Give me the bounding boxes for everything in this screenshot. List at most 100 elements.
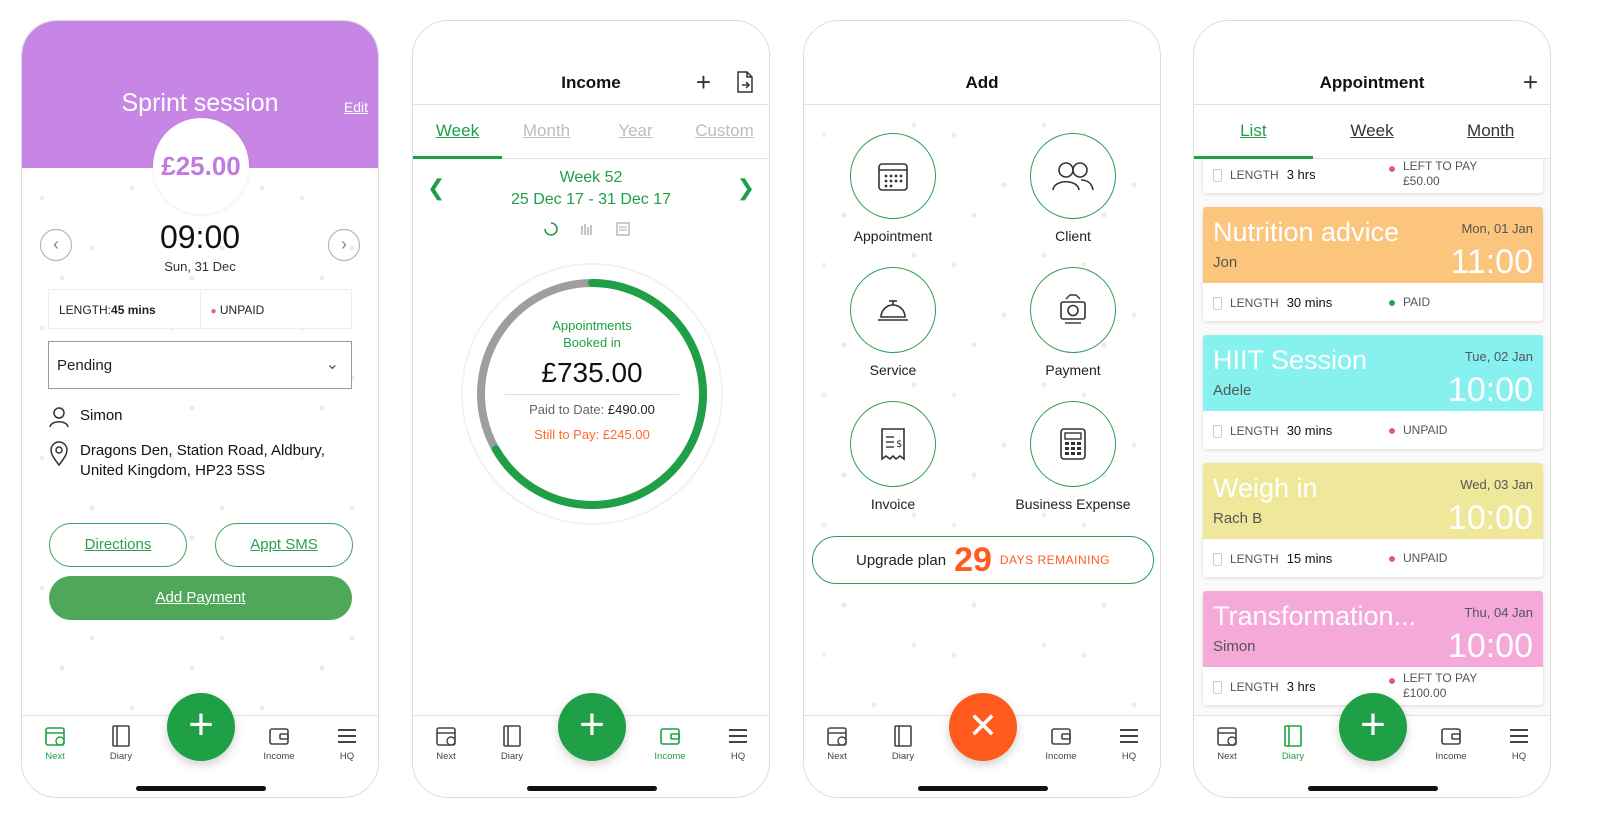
directions-button[interactable]: Directions	[49, 523, 187, 567]
length-value: 45 mins	[111, 303, 156, 317]
phone-appointment-detail: Sprint session Edit £25.00 ‹ › 09:00 Sun…	[21, 20, 379, 798]
nav-income[interactable]: Income	[1426, 724, 1476, 762]
add-client-circle	[1030, 133, 1116, 219]
close-fab-button[interactable]: ✕	[949, 693, 1017, 761]
appointment-card[interactable]: Nutrition advice Jon Mon, 01 Jan 11:00 L…	[1203, 207, 1543, 321]
status-amount: £50.00	[1403, 174, 1440, 188]
nav-diary[interactable]: Diary	[878, 724, 928, 762]
add-appointment[interactable]: Appointment	[813, 133, 973, 244]
nav-income[interactable]: Income	[254, 724, 304, 762]
home-indicator	[527, 786, 657, 791]
add-fab-button[interactable]: +	[558, 693, 626, 761]
bar-view-icon[interactable]	[579, 221, 595, 237]
card-status: LEFT TO PAY £50.00	[1389, 159, 1477, 189]
days-remaining-number: 29	[954, 540, 992, 579]
length-value: 3 hrs	[1286, 679, 1316, 694]
plus-icon[interactable]: +	[1523, 69, 1538, 95]
wallet-icon	[269, 728, 289, 745]
appointment-card-partial[interactable]: LENGTH 3 hrs LEFT TO PAY £50.00	[1203, 159, 1543, 193]
nav-next-label: Next	[45, 751, 65, 762]
watch-icon	[1213, 553, 1222, 567]
upgrade-plan-button[interactable]: Upgrade plan 29 DAYS REMAINING	[812, 536, 1154, 584]
export-document-icon[interactable]	[735, 71, 755, 93]
appointment-tabs: List Week Month	[1194, 105, 1550, 159]
nav-next[interactable]: Next	[812, 724, 862, 762]
diary-icon	[1284, 725, 1302, 747]
diary-icon	[503, 725, 521, 747]
phone-income: Income + Week Month Year Custom ❮ ❯ Week…	[412, 20, 770, 798]
status-text: LEFT TO PAY	[1403, 671, 1478, 685]
page-title: Add	[965, 73, 999, 92]
add-payment[interactable]: Payment	[993, 267, 1153, 378]
appointment-card[interactable]: Transformation... Simon Thu, 04 Jan 10:0…	[1203, 591, 1543, 705]
calculator-icon	[1060, 428, 1086, 460]
add-payment-button[interactable]: Add Payment	[49, 576, 352, 620]
nav-next[interactable]: Next	[1202, 724, 1252, 762]
card-time: 10:00	[1447, 499, 1533, 537]
card-header: HIIT Session Adele Tue, 02 Jan 10:00	[1203, 335, 1543, 411]
nav-income-label: Income	[1435, 751, 1467, 762]
card-status: PAID	[1389, 295, 1430, 309]
booked-amount: £735.00	[541, 357, 643, 388]
status-select[interactable]: Pending ⌄	[48, 341, 352, 389]
add-client[interactable]: Client	[993, 133, 1153, 244]
menu-icon	[1510, 729, 1528, 743]
nav-hq[interactable]: HQ	[322, 724, 372, 762]
card-footer: LENGTH 30 mins PAID	[1203, 283, 1543, 321]
nav-next[interactable]: Next	[30, 724, 80, 762]
length-value: 30 mins	[1286, 423, 1333, 438]
tab-month[interactable]: Month	[502, 105, 591, 158]
tab-custom[interactable]: Custom	[680, 105, 769, 158]
tab-month[interactable]: Month	[1431, 105, 1550, 158]
tab-list[interactable]: List	[1194, 105, 1313, 159]
paid-value: £490.00	[607, 402, 655, 417]
payment-status: ● UNPAID	[199, 290, 352, 328]
donut-view-icon[interactable]	[543, 221, 559, 237]
status-text: PAID	[1403, 295, 1431, 309]
tab-year[interactable]: Year	[591, 105, 680, 158]
nav-income[interactable]: Income	[645, 724, 695, 762]
tab-week[interactable]: Week	[1313, 105, 1432, 158]
menu-icon	[338, 729, 356, 743]
calendar-next-icon	[45, 727, 65, 746]
nav-diary[interactable]: Diary	[1268, 724, 1318, 762]
appointment-info-bar: LENGTH:45 mins ● UNPAID	[48, 289, 352, 329]
nav-hq[interactable]: HQ	[1494, 724, 1544, 762]
tab-week[interactable]: Week	[413, 105, 502, 159]
edit-link[interactable]: Edit	[344, 99, 368, 115]
nav-hq[interactable]: HQ	[1104, 724, 1154, 762]
appt-sms-button[interactable]: Appt SMS	[215, 523, 353, 567]
chevron-down-icon: ⌄	[325, 356, 339, 373]
status-dot-icon: ●	[210, 306, 217, 317]
nav-diary[interactable]: Diary	[487, 724, 537, 762]
plus-icon[interactable]: +	[696, 69, 711, 95]
add-service[interactable]: Service	[813, 267, 973, 378]
paid-label: Paid to Date:	[529, 402, 608, 417]
add-invoice[interactable]: $ Invoice	[813, 401, 973, 512]
list-view-icon[interactable]	[615, 221, 631, 237]
add-fab-button[interactable]: +	[1339, 693, 1407, 761]
add-fab-button[interactable]: +	[167, 693, 235, 761]
payment-icon	[1060, 294, 1086, 324]
add-business-expense-circle	[1030, 401, 1116, 487]
appointment-card[interactable]: HIIT Session Adele Tue, 02 Jan 10:00 LEN…	[1203, 335, 1543, 449]
income-navbar: Income +	[413, 21, 769, 105]
watch-icon	[1213, 681, 1222, 695]
nav-income[interactable]: Income	[1036, 724, 1086, 762]
days-remaining-text: DAYS REMAINING	[999, 553, 1111, 567]
add-business-expense[interactable]: Business Expense	[993, 401, 1153, 512]
price-badge: £25.00	[153, 118, 249, 214]
appointment-list: LENGTH 3 hrs LEFT TO PAY £50.00 Nutrition …	[1194, 159, 1550, 715]
status-amount: £100.00	[1403, 686, 1447, 700]
home-indicator	[1308, 786, 1438, 791]
nav-diary[interactable]: Diary	[96, 724, 146, 762]
nav-hq[interactable]: HQ	[713, 724, 763, 762]
nav-next[interactable]: Next	[421, 724, 471, 762]
card-header: Transformation... Simon Thu, 04 Jan 10:0…	[1203, 591, 1543, 667]
appointment-card[interactable]: Weigh in Rach B Wed, 03 Jan 10:00 LENGTH…	[1203, 463, 1543, 577]
watch-icon	[1213, 169, 1222, 183]
card-service-name: Weigh in	[1213, 473, 1318, 503]
phone-add: Add Appointment Client Service Payment $…	[803, 20, 1161, 798]
service-bell-icon	[878, 300, 908, 321]
status-dot-icon	[1389, 299, 1395, 306]
